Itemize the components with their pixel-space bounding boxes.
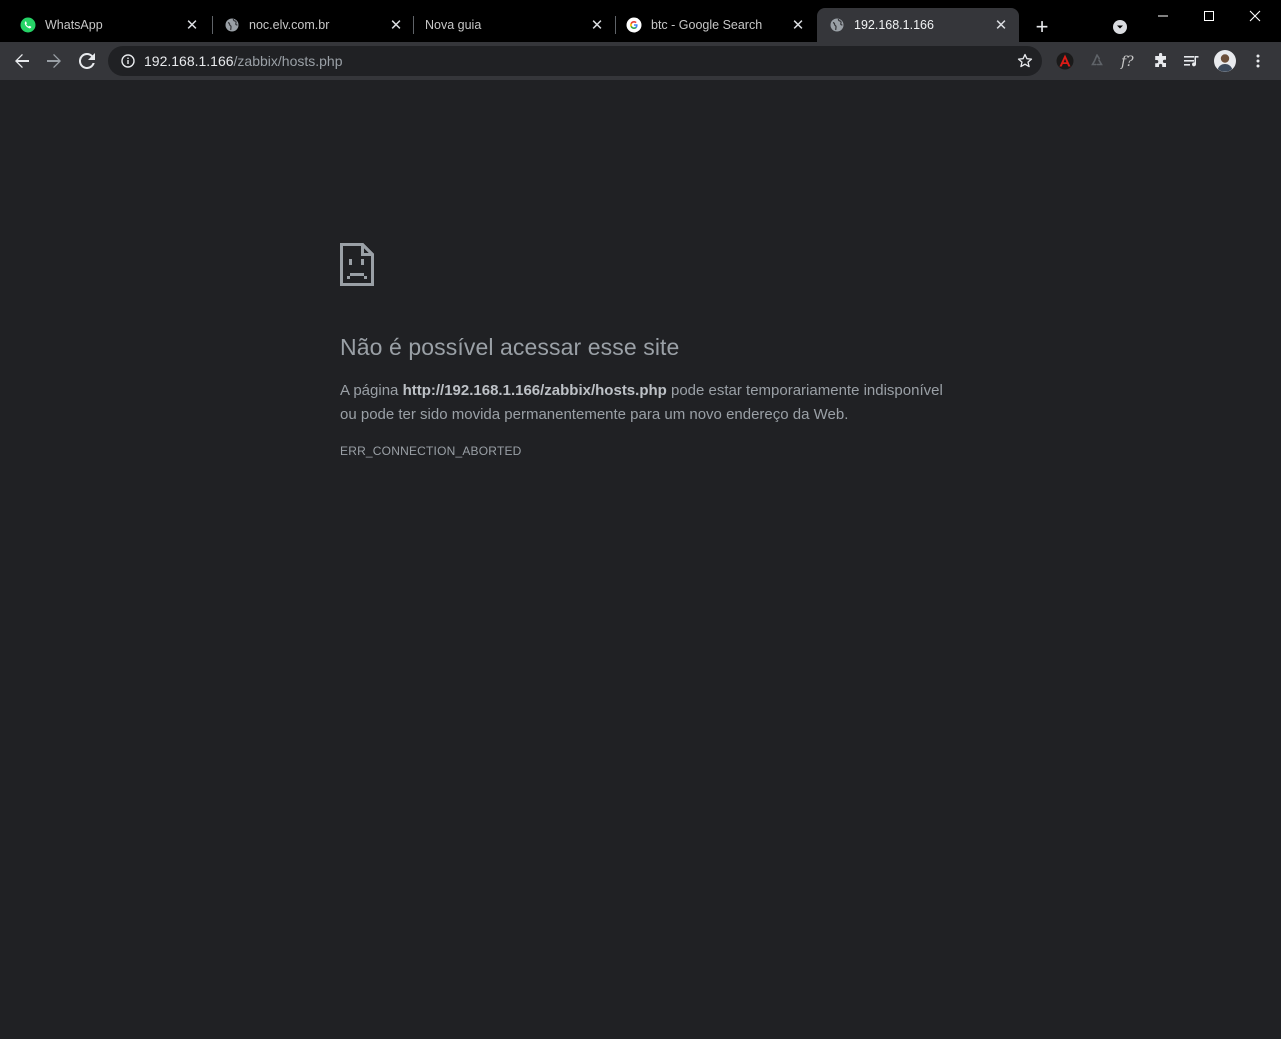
menu-kebab-icon[interactable] bbox=[1248, 51, 1268, 71]
tab-whatsapp[interactable]: WhatsApp ✕ bbox=[8, 8, 210, 42]
new-tab-button[interactable]: + bbox=[1030, 15, 1054, 39]
bookmark-star-icon[interactable] bbox=[1016, 52, 1034, 70]
info-icon[interactable] bbox=[120, 53, 136, 69]
back-arrow-icon[interactable] bbox=[8, 47, 36, 75]
globe-icon bbox=[829, 17, 845, 33]
tab-strip: WhatsApp ✕ noc.elv.com.br ✕ Nova guia ✕ … bbox=[0, 0, 1281, 42]
tab-title: noc.elv.com.br bbox=[249, 18, 330, 32]
tab-google-search[interactable]: btc - Google Search ✕ bbox=[614, 8, 816, 42]
error-description: A página http://192.168.1.166/zabbix/hos… bbox=[340, 379, 950, 427]
reload-icon[interactable] bbox=[73, 47, 101, 75]
close-tab-icon[interactable]: ✕ bbox=[993, 17, 1009, 34]
url-host: 192.168.1.166 bbox=[144, 53, 234, 69]
recycle-extension-icon[interactable] bbox=[1087, 51, 1107, 71]
puzzle-extensions-icon[interactable] bbox=[1151, 51, 1171, 71]
forward-arrow-icon[interactable] bbox=[40, 47, 68, 75]
svg-text:f?: f? bbox=[1120, 54, 1134, 70]
close-tab-icon[interactable]: ✕ bbox=[388, 17, 404, 34]
tab-search-icon[interactable] bbox=[1110, 17, 1130, 37]
address-bar[interactable]: 192.168.1.166/zabbix/hosts.php bbox=[108, 46, 1042, 76]
profile-avatar[interactable] bbox=[1214, 50, 1236, 72]
page-content: Não é possível acessar esse site A págin… bbox=[0, 80, 1281, 1039]
error-description-prefix: A página bbox=[340, 382, 403, 399]
function-extension-icon[interactable]: f? bbox=[1119, 51, 1139, 71]
window-close-icon[interactable] bbox=[1232, 0, 1278, 32]
browser-toolbar: 192.168.1.166/zabbix/hosts.php f? bbox=[0, 42, 1281, 80]
error-code: ERR_CONNECTION_ABORTED bbox=[340, 444, 522, 458]
whatsapp-icon bbox=[20, 17, 36, 33]
error-url: http://192.168.1.166/zabbix/hosts.php bbox=[402, 382, 667, 399]
close-tab-icon[interactable]: ✕ bbox=[589, 17, 605, 34]
sad-page-icon bbox=[340, 243, 374, 286]
tab-title: 192.168.1.166 bbox=[854, 18, 934, 32]
maximize-icon[interactable] bbox=[1186, 0, 1232, 32]
globe-icon bbox=[224, 17, 240, 33]
media-control-icon[interactable] bbox=[1182, 51, 1202, 71]
close-tab-icon[interactable]: ✕ bbox=[790, 17, 806, 34]
google-icon bbox=[626, 17, 642, 33]
tab-noc[interactable]: noc.elv.com.br ✕ bbox=[212, 8, 414, 42]
angular-extension-icon[interactable] bbox=[1055, 51, 1075, 71]
error-title: Não é possível acessar esse site bbox=[340, 334, 680, 360]
tab-title: Nova guia bbox=[425, 18, 482, 32]
url-path: /zabbix/hosts.php bbox=[233, 53, 343, 69]
tab-nova-guia[interactable]: Nova guia ✕ bbox=[413, 8, 615, 42]
tab-title: btc - Google Search bbox=[651, 18, 763, 32]
tab-active-192-168-1-166[interactable]: 192.168.1.166 ✕ bbox=[817, 8, 1019, 42]
tab-title: WhatsApp bbox=[45, 18, 103, 32]
close-tab-icon[interactable]: ✕ bbox=[184, 17, 200, 34]
minimize-icon[interactable] bbox=[1140, 0, 1186, 32]
